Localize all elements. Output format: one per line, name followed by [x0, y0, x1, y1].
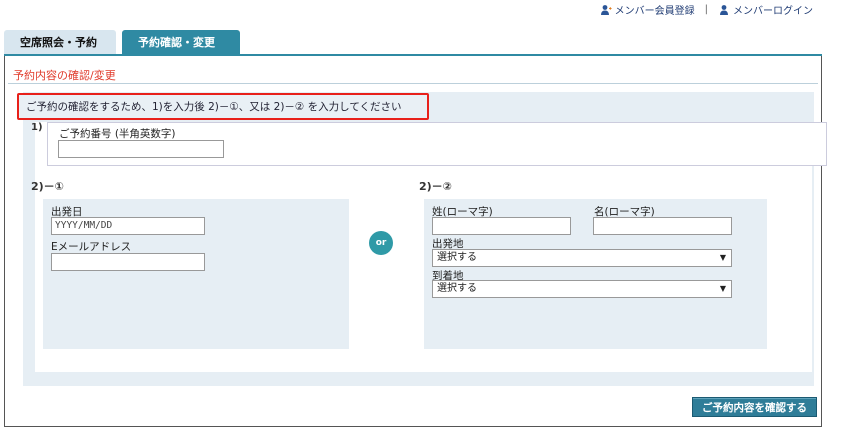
- person-plus-icon: [600, 4, 612, 15]
- member-register-link[interactable]: メンバー会員登録: [600, 2, 695, 17]
- email-input[interactable]: [51, 253, 205, 271]
- header-separator: |: [704, 4, 708, 15]
- destination-select-value: 選択する: [437, 283, 477, 294]
- title-divider: [8, 83, 818, 84]
- or-badge: or: [369, 231, 393, 255]
- tab-confirm-change[interactable]: 予約確認・変更: [122, 30, 240, 54]
- confirm-reservation-button[interactable]: ご予約内容を確認する: [692, 397, 817, 417]
- person-icon: [720, 4, 728, 15]
- reservation-panel: 予約内容の確認/変更 ご予約の確認をするため、1)を入力後 2)－①、又は 2)…: [4, 56, 827, 427]
- caret-down-icon: ▼: [719, 284, 726, 293]
- departure-date-input[interactable]: YYYY/MM/DD: [51, 217, 205, 235]
- panel-title: 予約内容の確認/変更: [13, 69, 116, 82]
- name-route-box: 姓(ローマ字) 名(ローマ字) 出発地 選択する ▼ 到着地 選択する ▼: [424, 199, 767, 349]
- given-name-input[interactable]: [593, 217, 732, 235]
- instruction-notice: ご予約の確認をするため、1)を入力後 2)－①、又は 2)－② を入力してくださ…: [17, 93, 429, 120]
- section2a-label: 2)－①: [31, 180, 64, 193]
- member-register-label: メンバー会員登録: [614, 6, 695, 17]
- member-login-label: メンバーログイン: [733, 6, 813, 17]
- email-label: Eメールアドレス: [51, 241, 132, 253]
- destination-select[interactable]: 選択する ▼: [432, 280, 732, 298]
- section2b-label: 2)－②: [419, 180, 452, 193]
- tab-bar: 空席照会・予約 予約確認・変更: [4, 30, 240, 54]
- tab-availability-booking[interactable]: 空席照会・予約: [4, 30, 116, 54]
- origin-select[interactable]: 選択する ▼: [432, 249, 732, 267]
- surname-input[interactable]: [432, 217, 571, 235]
- top-links: メンバー会員登録 | メンバーログイン: [600, 2, 813, 17]
- date-email-box: 出発日 YYYY/MM/DD Eメールアドレス: [43, 199, 349, 349]
- reservation-number-label: ご予約番号 (半角英数字): [59, 128, 176, 140]
- origin-select-value: 選択する: [437, 252, 477, 263]
- reservation-number-input[interactable]: [58, 140, 224, 158]
- reservation-number-box: ご予約番号 (半角英数字): [47, 122, 827, 166]
- member-login-link[interactable]: メンバーログイン: [718, 2, 813, 17]
- section1-label: 1): [31, 122, 43, 133]
- caret-down-icon: ▼: [719, 253, 726, 262]
